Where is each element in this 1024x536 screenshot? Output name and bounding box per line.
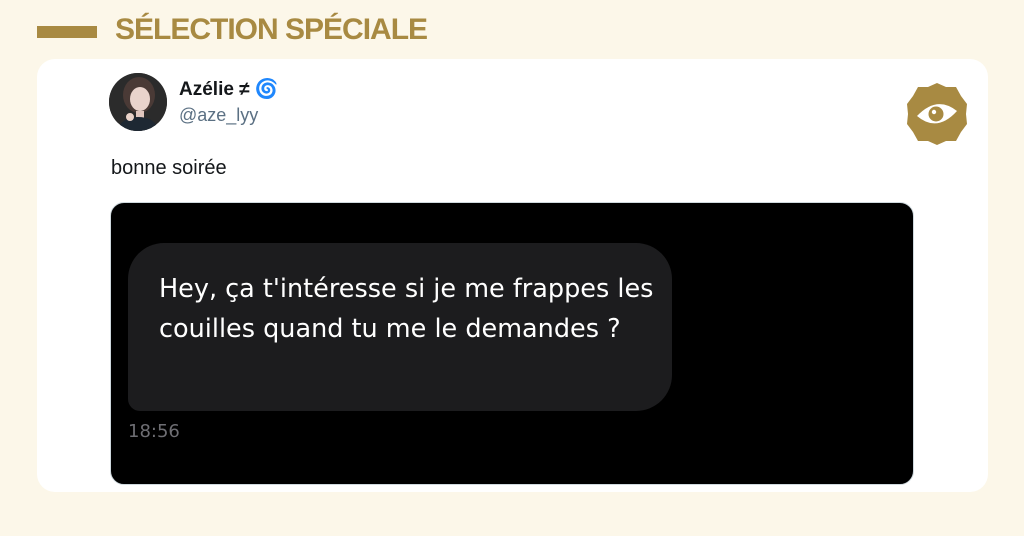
- author-handle[interactable]: @aze_lyy: [179, 105, 258, 126]
- tweet-card: Azélie ≠ 🌀 @aze_lyy bonne soirée Hey, ça…: [37, 59, 988, 492]
- spiral-emoji: 🌀: [254, 79, 279, 100]
- author-name-text: Azélie ≠: [179, 79, 255, 100]
- brand-eye-badge-icon: [904, 81, 970, 147]
- tweet-media-image[interactable]: Hey, ça t'intéresse si je me frappes les…: [110, 202, 914, 485]
- avatar-photo-icon: [109, 73, 167, 131]
- author-display-name[interactable]: Azélie ≠ 🌀: [179, 77, 279, 101]
- tweet-text: bonne soirée: [111, 157, 227, 179]
- avatar[interactable]: [109, 73, 167, 131]
- message-timestamp: 18:56: [128, 421, 180, 442]
- message-text: Hey, ça t'intéresse si je me frappes les…: [159, 274, 654, 344]
- header-accent-bar: [37, 26, 97, 38]
- section-title: SÉLECTION SPÉCIALE: [115, 13, 428, 46]
- message-bubble: Hey, ça t'intéresse si je me frappes les…: [128, 243, 672, 411]
